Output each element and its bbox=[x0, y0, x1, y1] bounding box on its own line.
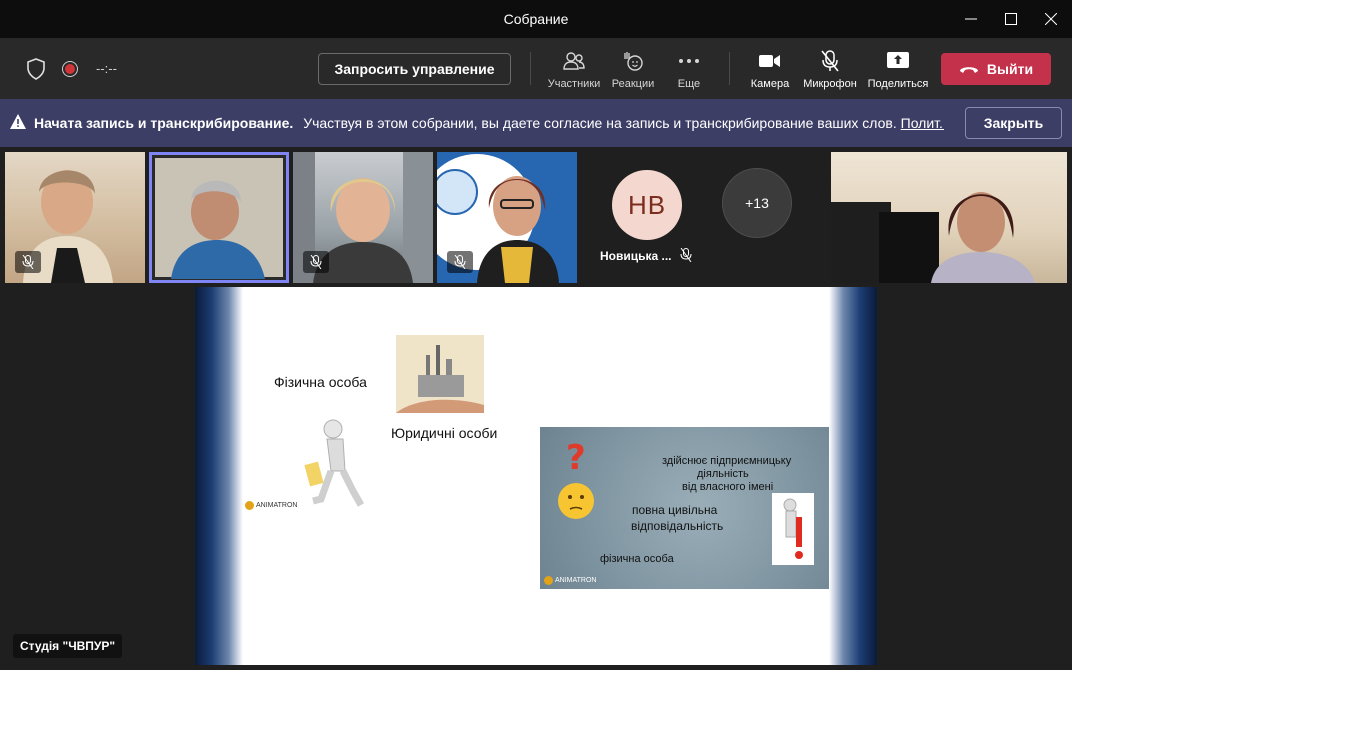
participant-video-tile-active[interactable] bbox=[149, 152, 289, 283]
window-title: Собрание bbox=[503, 11, 569, 27]
share-icon bbox=[887, 52, 909, 68]
shared-slide: Фізична особа Юридичні особи ANIMATRON ? bbox=[195, 287, 877, 665]
panel-text-3: від власного імені bbox=[682, 481, 774, 493]
banner-text: Участвуя в этом собрании, вы даете согла… bbox=[303, 115, 897, 131]
minimize-icon bbox=[965, 18, 977, 20]
leave-label: Выйти bbox=[986, 61, 1034, 77]
meeting-toolbar: --:-- Запросить управление Участники Реа… bbox=[0, 38, 1072, 99]
participants-button[interactable]: Участники bbox=[542, 50, 606, 90]
svg-text:?: ? bbox=[566, 439, 586, 478]
slide-info-panel: ? здійснює підприємницьку діяльність від… bbox=[540, 427, 829, 589]
request-control-button[interactable]: Запросить управление bbox=[318, 53, 511, 85]
phone-hangup-icon bbox=[959, 67, 978, 73]
factory-image bbox=[396, 335, 484, 413]
participants-label: Участники bbox=[547, 78, 601, 90]
people-icon bbox=[563, 52, 585, 70]
microphone-button[interactable]: Микрофон bbox=[798, 50, 862, 90]
banner-title: Начата запись и транскрибирование. bbox=[34, 115, 294, 131]
banner-close-button[interactable]: Закрыть bbox=[965, 107, 1062, 139]
slide-legal-label: Юридичні особи bbox=[391, 425, 498, 441]
policy-link[interactable]: Полит... bbox=[901, 115, 944, 131]
participant-name: Новицька ... bbox=[600, 249, 672, 263]
participant-video-tile[interactable] bbox=[5, 152, 145, 283]
slide-left-decoration bbox=[195, 287, 243, 665]
close-icon bbox=[1045, 13, 1057, 25]
exclamation-figure-image bbox=[772, 493, 814, 565]
banner-message: Начата запись и транскрибирование. Участ… bbox=[34, 115, 944, 131]
title-bar: Собрание bbox=[0, 0, 1072, 38]
reactions-button[interactable]: Реакции bbox=[601, 50, 665, 90]
more-participants-badge[interactable]: +13 bbox=[722, 168, 792, 238]
participant-video bbox=[151, 154, 287, 281]
warning-icon bbox=[10, 114, 26, 132]
meeting-timer: --:-- bbox=[96, 61, 117, 76]
close-window-button[interactable] bbox=[1038, 6, 1064, 32]
microphone-label: Микрофон bbox=[803, 78, 857, 90]
running-figure-image bbox=[304, 419, 365, 507]
panel-text-2: діяльність bbox=[697, 468, 749, 480]
recording-banner: Начата запись и транскрибирование. Участ… bbox=[0, 99, 1072, 147]
mic-off-icon bbox=[821, 50, 839, 72]
panel-logo: ANIMATRON bbox=[544, 576, 596, 585]
panel-text-1: здійснює підприємницьку bbox=[662, 455, 792, 467]
participant-video bbox=[831, 192, 1035, 283]
participant-video-tile[interactable] bbox=[437, 152, 577, 283]
more-icon bbox=[679, 59, 699, 63]
toolbar-divider bbox=[729, 52, 730, 85]
mic-off-icon bbox=[303, 251, 329, 273]
mic-off-icon bbox=[15, 251, 41, 273]
recording-icon bbox=[62, 61, 78, 77]
maximize-button[interactable] bbox=[998, 6, 1024, 32]
toolbar-divider bbox=[530, 52, 531, 85]
share-label: Поделиться bbox=[867, 78, 929, 90]
reaction-icon bbox=[624, 52, 643, 71]
slide-logo: ANIMATRON bbox=[245, 501, 297, 510]
presenter-name-tag: Студія "ЧВПУР" bbox=[13, 634, 123, 658]
shield-icon[interactable] bbox=[26, 58, 46, 85]
mic-off-icon bbox=[680, 247, 692, 267]
reactions-label: Реакции bbox=[611, 78, 655, 90]
participant-video-tile[interactable] bbox=[293, 152, 433, 283]
minimize-button[interactable] bbox=[958, 6, 984, 32]
participant-video-tile[interactable] bbox=[831, 152, 1067, 283]
mic-off-icon bbox=[447, 251, 473, 273]
panel-text-4: повна цивільна bbox=[632, 503, 718, 517]
share-button[interactable]: Поделиться bbox=[866, 50, 930, 90]
teams-meeting-window: Собрание --:-- Запросить управление Учас… bbox=[0, 0, 1072, 670]
leave-button[interactable]: Выйти bbox=[941, 53, 1051, 85]
panel-text-6: фізична особа bbox=[600, 553, 674, 565]
maximize-icon bbox=[1005, 13, 1017, 25]
panel-text-5: відповідальність bbox=[631, 519, 724, 533]
participant-avatar[interactable]: НВ bbox=[612, 170, 682, 240]
camera-button[interactable]: Камера bbox=[738, 50, 802, 90]
thinking-emoji-icon: ? bbox=[558, 439, 594, 519]
slide-person-label: Фізична особа bbox=[274, 374, 367, 390]
camera-label: Камера bbox=[750, 78, 790, 90]
more-button[interactable]: Еще bbox=[657, 50, 721, 90]
camera-icon bbox=[759, 55, 780, 67]
more-label: Еще bbox=[677, 78, 701, 90]
slide-right-decoration bbox=[829, 287, 877, 665]
